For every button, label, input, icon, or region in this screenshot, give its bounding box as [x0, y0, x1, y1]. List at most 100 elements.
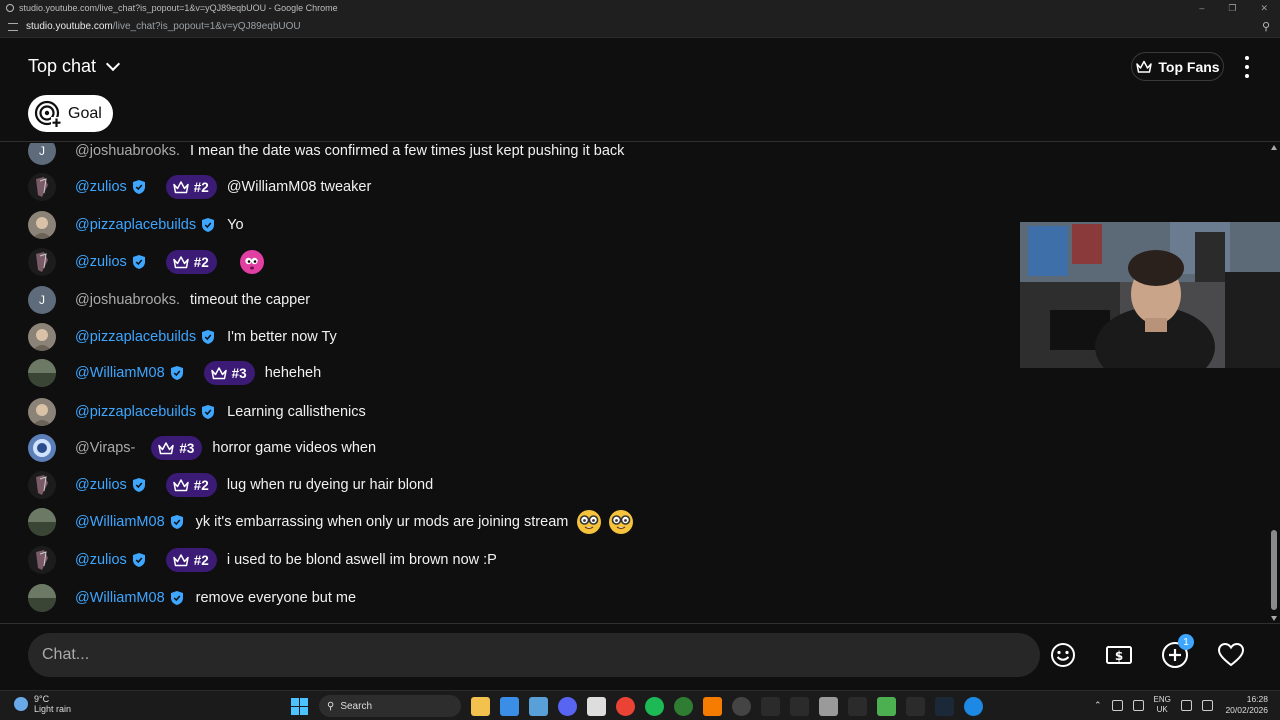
- app-doc-icon[interactable]: [819, 696, 838, 716]
- microphone-icon[interactable]: [1132, 699, 1144, 711]
- avatar[interactable]: [28, 211, 56, 239]
- message-author[interactable]: @joshuabrooks.: [75, 143, 180, 159]
- taskbar-apps: ⚲ Search: [290, 695, 983, 717]
- avatar[interactable]: [28, 248, 56, 276]
- chat-scrollbar[interactable]: [1268, 143, 1280, 623]
- top-fan-badge[interactable]: #3: [203, 361, 255, 385]
- chat-message[interactable]: @WilliamM08 #3 heheheh: [0, 355, 1000, 391]
- taskbar-search[interactable]: ⚲ Search: [319, 695, 461, 717]
- avatar[interactable]: [28, 434, 56, 462]
- message-author[interactable]: @joshuabrooks.: [75, 292, 180, 308]
- chat-input[interactable]: [28, 633, 1040, 677]
- app-folder-icon[interactable]: [848, 696, 867, 716]
- emoji-button[interactable]: [1048, 640, 1078, 670]
- message-author[interactable]: @zulios: [75, 179, 127, 195]
- app-blue-icon[interactable]: [964, 696, 983, 716]
- avatar[interactable]: [28, 471, 56, 499]
- message-author[interactable]: @pizzaplacebuilds: [75, 329, 196, 345]
- chat-message[interactable]: @zulios #2 @WilliamM08 tweaker: [0, 169, 1000, 205]
- avatar[interactable]: [28, 398, 56, 426]
- chat-message[interactable]: @zulios #2: [0, 244, 1000, 280]
- avatar[interactable]: [28, 359, 56, 387]
- avatar[interactable]: [28, 323, 56, 351]
- chat-message[interactable]: @Viraps- #3 horror game videos when: [0, 430, 1000, 466]
- minimize-icon[interactable]: –: [1199, 3, 1204, 14]
- site-info-icon[interactable]: [8, 22, 18, 31]
- message-author[interactable]: @pizzaplacebuilds: [75, 404, 196, 420]
- chat-message[interactable]: @zulios #2 i used to be blond aswell im br…: [0, 542, 1000, 578]
- chrome-taskbar-icon[interactable]: [616, 696, 635, 716]
- message-author[interactable]: @zulios: [75, 254, 127, 270]
- weather-widget[interactable]: 9°C Light rain: [14, 694, 71, 714]
- chat-message[interactable]: J @joshuabrooks. timeout the capper: [0, 282, 1000, 318]
- photos-icon[interactable]: [500, 696, 519, 716]
- chat-message[interactable]: @pizzaplacebuilds Yo: [0, 207, 1000, 243]
- volume-icon[interactable]: [1201, 699, 1213, 711]
- minecraft-icon[interactable]: [877, 696, 896, 716]
- scroll-up-icon[interactable]: [1271, 145, 1277, 150]
- windows-start-icon[interactable]: [290, 697, 309, 716]
- scroll-thumb[interactable]: [1271, 530, 1277, 610]
- top-fans-label: Top Fans: [1158, 58, 1220, 75]
- like-button[interactable]: [1216, 640, 1246, 670]
- add-button[interactable]: 1: [1160, 634, 1194, 670]
- chat-message[interactable]: @WilliamM08 yk it's embarrassing when onl…: [0, 504, 1000, 540]
- message-author[interactable]: @WilliamM08: [75, 514, 165, 530]
- top-fans-button[interactable]: Top Fans: [1131, 52, 1224, 81]
- super-chat-button[interactable]: $: [1104, 640, 1134, 670]
- crown-icon: [172, 478, 190, 493]
- chat-mode-dropdown[interactable]: Top chat: [28, 56, 121, 77]
- top-fan-badge[interactable]: #2: [165, 473, 217, 497]
- taskbar-clock[interactable]: 16:28 20/02/2026: [1222, 694, 1268, 716]
- language-indicator[interactable]: ENG UK: [1154, 695, 1171, 715]
- app-m-icon[interactable]: [761, 696, 780, 716]
- avatar[interactable]: J: [28, 143, 56, 165]
- avatar[interactable]: [28, 584, 56, 612]
- avatar[interactable]: [28, 546, 56, 574]
- steam-icon[interactable]: [935, 696, 954, 716]
- dollar-card-icon: $: [1106, 646, 1132, 664]
- vlc-icon[interactable]: [703, 696, 722, 716]
- address-bar[interactable]: studio.youtube.com /live_chat?is_popout=…: [0, 16, 1280, 38]
- more-options-icon[interactable]: [1240, 56, 1254, 78]
- top-fan-badge[interactable]: #3: [151, 436, 203, 460]
- message-author[interactable]: @WilliamM08: [75, 365, 165, 381]
- capcut-icon[interactable]: [906, 696, 925, 716]
- message-author[interactable]: @WilliamM08: [75, 590, 165, 606]
- notepad-icon[interactable]: [587, 696, 606, 716]
- crown-icon: [210, 366, 228, 381]
- tray-app-icon[interactable]: [1111, 699, 1123, 711]
- avatar[interactable]: [28, 508, 56, 536]
- clock-time: 16:28: [1246, 694, 1268, 704]
- xbox-icon[interactable]: [674, 696, 693, 716]
- message-author[interactable]: @zulios: [75, 477, 127, 493]
- snipping-tool-icon[interactable]: [529, 696, 548, 716]
- message-author[interactable]: @zulios: [75, 552, 127, 568]
- goal-button[interactable]: Goal: [28, 95, 113, 132]
- chat-message[interactable]: @pizzaplacebuilds Learning callisthenics: [0, 394, 1000, 430]
- avatar[interactable]: [28, 173, 56, 201]
- top-fan-rank: #3: [231, 365, 247, 381]
- obs-icon[interactable]: [732, 696, 751, 716]
- chat-message[interactable]: @pizzaplacebuilds I'm better now Ty: [0, 319, 1000, 355]
- top-fan-badge[interactable]: #2: [165, 175, 217, 199]
- close-icon[interactable]: ✕: [1260, 3, 1268, 14]
- top-fan-badge[interactable]: #2: [165, 250, 217, 274]
- top-fan-badge[interactable]: #2: [165, 548, 217, 572]
- chat-message[interactable]: @WilliamM08 remove everyone but me: [0, 580, 1000, 616]
- tray-overflow-icon[interactable]: ⌃: [1094, 700, 1102, 711]
- maximize-icon[interactable]: ❐: [1228, 3, 1236, 14]
- scroll-down-icon[interactable]: [1271, 616, 1277, 621]
- network-icon[interactable]: [1180, 699, 1192, 711]
- zoom-icon[interactable]: ⚲: [1262, 20, 1270, 33]
- chat-message[interactable]: J @joshuabrooks. I mean the date was confi…: [0, 143, 1000, 169]
- file-explorer-icon[interactable]: [471, 696, 490, 716]
- avatar[interactable]: J: [28, 286, 56, 314]
- discord-icon[interactable]: [558, 696, 577, 716]
- message-author[interactable]: @pizzaplacebuilds: [75, 217, 196, 233]
- message-author[interactable]: @Viraps-: [75, 440, 135, 456]
- chat-message-list[interactable]: J @joshuabrooks. I mean the date was confi…: [0, 143, 1268, 623]
- logitech-icon[interactable]: [790, 696, 809, 716]
- spotify-icon[interactable]: [645, 696, 664, 716]
- chat-message[interactable]: @zulios #2 lug when ru dyeing ur hair blon…: [0, 467, 1000, 503]
